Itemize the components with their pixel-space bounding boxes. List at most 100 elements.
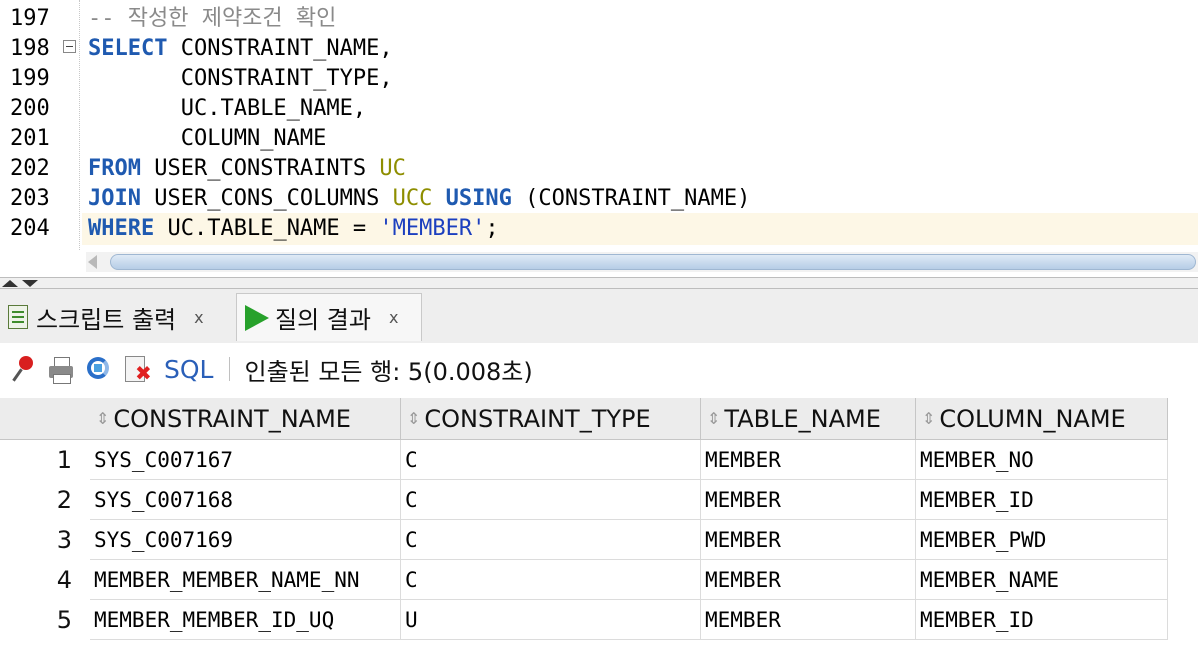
result-grid[interactable]: ⇕ CONSTRAINT_NAME ⇕ CONSTRAINT_TYPE ⇕ TABLE…	[0, 398, 1198, 660]
line-number: 203	[10, 186, 50, 211]
fold-collapse-icon[interactable]	[63, 40, 76, 53]
semicolon: ;	[485, 216, 499, 241]
line-number: 197	[10, 6, 50, 31]
keyword-join: JOIN	[88, 186, 141, 211]
keyword-from: FROM	[88, 156, 141, 181]
select-column: CONSTRAINT_TYPE,	[180, 66, 393, 91]
row-number: 2	[56, 486, 72, 514]
code-line-197: -- 작성한 제약조건 확인	[88, 4, 336, 34]
table-alias: UCC	[392, 186, 433, 211]
keyword-select: SELECT	[88, 36, 168, 61]
sql-editor[interactable]: 197 198 199 200 201 202 203 204 -- 작성한 제…	[0, 0, 1198, 276]
row-number: 3	[56, 526, 72, 554]
select-column: CONSTRAINT_NAME,	[180, 36, 393, 61]
column-header[interactable]: ⇕ CONSTRAINT_TYPE	[401, 398, 701, 440]
line-number: 198	[10, 36, 50, 61]
code-line-198: SELECT CONSTRAINT_NAME,	[88, 34, 393, 64]
sort-icon: ⇕	[922, 409, 936, 428]
output-tab-bar: 스크립트 출력 x 질의 결과 x	[0, 289, 1198, 343]
table-cell[interactable]: C	[401, 520, 701, 560]
code-line-203: JOIN USER_CONS_COLUMNS UCC USING (CONSTR…	[88, 184, 750, 214]
toolbar-separator	[229, 357, 231, 381]
code-line-201: COLUMN_NAME	[88, 124, 327, 154]
select-column: UC.TABLE_NAME,	[180, 96, 367, 121]
sql-button[interactable]: SQL	[164, 355, 213, 384]
table-cell[interactable]: U	[401, 600, 701, 640]
row-number: 5	[56, 606, 72, 634]
row-number-header	[0, 398, 90, 440]
column-header-label: COLUMN_NAME	[939, 404, 1126, 433]
keyword-where: WHERE	[88, 216, 155, 241]
panel-splitter[interactable]	[0, 277, 1198, 289]
table-cell[interactable]: MEMBER	[701, 560, 916, 600]
table-name: USER_CONSTRAINTS	[154, 156, 367, 181]
collapse-down-icon[interactable]	[22, 280, 38, 287]
table-cell[interactable]: MEMBER	[701, 520, 916, 560]
table-cell[interactable]: MEMBER_PWD	[916, 520, 1168, 560]
pin-icon[interactable]	[8, 354, 38, 384]
line-number-gutter: 197 198 199 200 201 202 203 204	[0, 0, 82, 250]
using-clause: (CONSTRAINT_NAME)	[525, 186, 751, 211]
scroll-left-icon[interactable]	[88, 255, 97, 269]
line-number: 204	[10, 216, 50, 241]
tab-query-result[interactable]: 질의 결과 x	[236, 293, 422, 341]
line-number: 199	[10, 66, 50, 91]
delete-icon[interactable]: ✖	[122, 354, 152, 384]
table-cell[interactable]: MEMBER_NAME	[916, 560, 1168, 600]
close-tab-icon[interactable]: x	[389, 308, 398, 327]
close-tab-icon[interactable]: x	[194, 308, 203, 327]
tab-script-output[interactable]: 스크립트 출력 x	[4, 293, 230, 341]
table-cell[interactable]: MEMBER_ID	[916, 480, 1168, 520]
table-cell[interactable]: C	[401, 480, 701, 520]
string-literal: 'MEMBER'	[379, 216, 486, 241]
table-cell[interactable]: SYS_C007167	[90, 440, 401, 480]
table-alias: UC	[379, 156, 406, 181]
table-cell[interactable]: SYS_C007168	[90, 480, 401, 520]
sort-icon: ⇕	[407, 409, 421, 428]
line-number: 200	[10, 96, 50, 121]
horizontal-scrollbar[interactable]	[86, 252, 1198, 272]
tab-label: 질의 결과	[275, 306, 371, 334]
table-cell[interactable]: MEMBER	[701, 480, 916, 520]
column-header-label: TABLE_NAME	[724, 404, 881, 433]
tab-label: 스크립트 출력	[36, 305, 177, 334]
keyword-using: USING	[445, 186, 512, 211]
refresh-icon[interactable]	[84, 354, 114, 384]
table-cell[interactable]: C	[401, 560, 701, 600]
table-cell[interactable]: MEMBER_MEMBER_ID_UQ	[90, 600, 401, 640]
line-number: 202	[10, 156, 50, 181]
code-line-199: CONSTRAINT_TYPE,	[88, 64, 393, 94]
where-expression: UC.TABLE_NAME =	[167, 216, 367, 241]
scrollbar-thumb[interactable]	[110, 254, 1196, 270]
table-cell[interactable]: MEMBER_NO	[916, 440, 1168, 480]
column-header[interactable]: ⇕ TABLE_NAME	[701, 398, 916, 440]
sql-comment: -- 작성한 제약조건 확인	[88, 6, 337, 31]
run-query-icon	[245, 304, 269, 331]
table-cell[interactable]: MEMBER	[701, 440, 916, 480]
code-line-204: WHERE UC.TABLE_NAME = 'MEMBER';	[88, 214, 499, 244]
row-number: 1	[56, 446, 72, 474]
table-cell[interactable]: C	[401, 440, 701, 480]
code-line-202: FROM USER_CONSTRAINTS UC	[88, 154, 406, 184]
column-header-label: CONSTRAINT_TYPE	[424, 404, 651, 433]
column-header[interactable]: ⇕ COLUMN_NAME	[916, 398, 1168, 440]
column-header-label: CONSTRAINT_NAME	[113, 404, 351, 433]
print-icon[interactable]	[46, 354, 76, 384]
column-header[interactable]: ⇕ CONSTRAINT_NAME	[90, 398, 401, 440]
collapse-up-icon[interactable]	[2, 280, 18, 287]
table-cell[interactable]: MEMBER_ID	[916, 600, 1168, 640]
select-column: COLUMN_NAME	[180, 126, 327, 151]
table-cell[interactable]: MEMBER	[701, 600, 916, 640]
table-name: USER_CONS_COLUMNS	[154, 186, 380, 211]
script-output-icon	[6, 303, 30, 331]
fetch-status: 인출된 모든 행: 5(0.008초)	[244, 357, 533, 386]
sort-icon: ⇕	[96, 409, 110, 428]
row-number: 4	[56, 566, 72, 594]
sort-icon: ⇕	[707, 409, 721, 428]
table-cell[interactable]: MEMBER_MEMBER_NAME_NN	[90, 560, 401, 600]
gutter-guide	[79, 0, 80, 250]
line-number: 201	[10, 126, 50, 151]
result-toolbar: ✖ SQL 인출된 모든 행: 5(0.008초)	[0, 343, 1198, 395]
table-cell[interactable]: SYS_C007169	[90, 520, 401, 560]
code-line-200: UC.TABLE_NAME,	[88, 94, 366, 124]
